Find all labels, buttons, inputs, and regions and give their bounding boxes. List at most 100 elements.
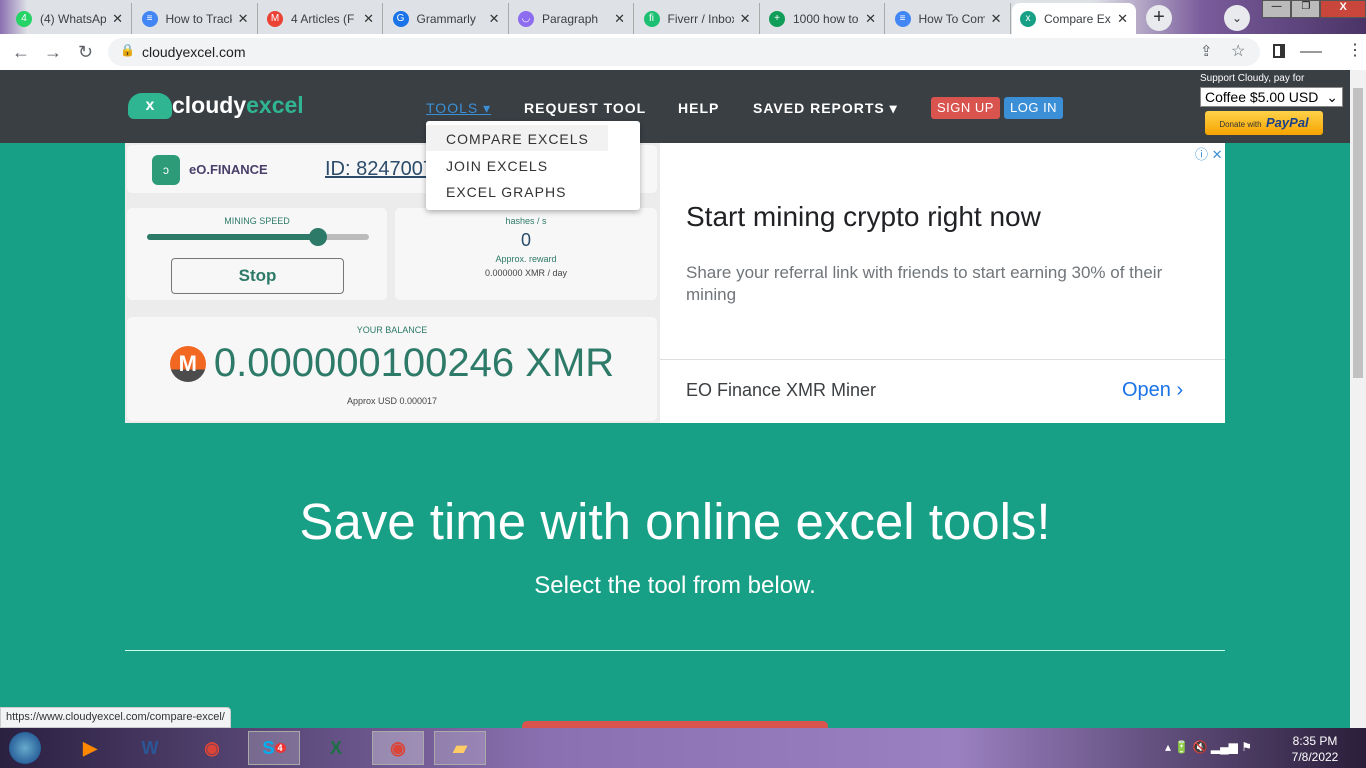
share-icon[interactable]: ⇪ xyxy=(1200,42,1213,60)
paragraph-icon: ◡ xyxy=(518,10,534,27)
cloudy-icon: x xyxy=(1020,10,1036,27)
close-tab-icon[interactable]: ✕ xyxy=(1117,11,1128,27)
nav-help[interactable]: HELP xyxy=(678,100,719,116)
excel-icon[interactable]: X xyxy=(310,731,362,765)
media-player-icon[interactable]: ▶ xyxy=(64,731,116,765)
system-tray-icons[interactable]: ▴ 🔋 🔇 ▂▄▆ ⚑ xyxy=(1165,740,1252,754)
close-tab-icon[interactable]: ✕ xyxy=(489,11,500,27)
ad-advertiser: EO Finance XMR Miner xyxy=(686,380,877,400)
eo-finance-logo-icon: ↄ xyxy=(152,155,180,185)
menu-item-excel-graphs[interactable]: EXCEL GRAPHS xyxy=(446,184,566,200)
menu-icon[interactable]: ⋮ xyxy=(1347,40,1363,60)
side-panel-icon[interactable] xyxy=(1273,44,1285,58)
donate-paypal-button[interactable]: Donate with PayPal xyxy=(1205,111,1323,135)
hashes-label: hashes / s xyxy=(505,216,547,226)
window-controls[interactable]: — ❐ X xyxy=(1262,0,1366,18)
page-title: Save time with online excel tools! xyxy=(299,493,1051,550)
tab[interactable]: M 4 Articles (F ✕ xyxy=(259,3,383,34)
fiverr-icon: fi xyxy=(643,10,660,27)
nav-saved-reports[interactable]: SAVED REPORTS ▾ xyxy=(753,100,898,117)
ad-id: ID: 8247007 xyxy=(325,158,434,180)
url-text: cloudyexcel.com xyxy=(142,44,246,60)
close-window-button[interactable]: X xyxy=(1320,0,1366,18)
menu-item-compare-excels[interactable]: COMPARE EXCELS xyxy=(446,131,589,147)
stop-button[interactable]: Stop xyxy=(171,258,344,294)
tab[interactable]: x Compare Ex ✕ xyxy=(1012,3,1136,34)
reward-value: 0.000000 XMR / day xyxy=(484,268,568,278)
sheets-icon: + xyxy=(769,10,785,27)
tab[interactable]: G Grammarly ✕ xyxy=(385,3,509,34)
clock[interactable]: 8:35 PM 7/8/2022 xyxy=(1290,733,1340,765)
close-tab-icon[interactable]: ✕ xyxy=(740,11,751,27)
taskbar: ▶ W ◉ S4 X ◉ ▰ ▴ 🔋 🔇 ▂▄▆ ⚑ 8:35 PM 7/8/20… xyxy=(0,728,1366,768)
tab[interactable]: +1000 how to ✕ xyxy=(761,3,885,34)
close-tab-icon[interactable]: ✕ xyxy=(614,11,625,27)
tab[interactable]: ≡ How To Com ✕ xyxy=(887,3,1011,34)
tab-title: How to Track xyxy=(165,11,232,26)
logo-text: cloudyexcel xyxy=(172,92,304,118)
cloud-logo-icon: x xyxy=(128,92,172,119)
tab[interactable]: ◡ Paragraph ✕ xyxy=(510,3,634,34)
advertisement[interactable]: ↄ eO.FINANCE ID: 8247007 MINING SPEED St… xyxy=(125,143,1225,423)
coffee-select[interactable]: Coffee $5.00 USD ⌄ xyxy=(1200,87,1343,107)
site-nav: x cloudyexcel TOOLS ▾ REQUEST TOOL HELP … xyxy=(0,70,1350,143)
reload-icon[interactable]: ↻ xyxy=(78,42,93,63)
tab-title: 4 Articles (F xyxy=(291,11,355,26)
nav-request-tool[interactable]: REQUEST TOOL xyxy=(524,100,646,116)
back-icon[interactable]: ← xyxy=(12,42,30,63)
tab[interactable]: 4 (4) WhatsApp ✕ xyxy=(8,3,132,34)
balance-value: 0.000000100246 XMR xyxy=(213,341,615,385)
star-icon[interactable]: ☆ xyxy=(1231,41,1245,61)
close-tab-icon[interactable]: ✕ xyxy=(238,11,249,27)
hashes-value: 0 xyxy=(520,230,531,250)
nav-tools[interactable]: TOOLS ▾ xyxy=(426,100,491,117)
chrome-active-icon[interactable]: ◉ xyxy=(372,731,424,765)
docs-icon: ≡ xyxy=(141,10,158,27)
whatsapp-icon: 4 xyxy=(16,10,32,27)
mining-speed-label: MINING SPEED xyxy=(224,216,290,226)
tab-title: Paragraph xyxy=(542,11,599,26)
status-bar-url: https://www.cloudyexcel.com/compare-exce… xyxy=(0,707,231,728)
sign-up-button[interactable]: SIGN UP xyxy=(931,97,1000,119)
balance-label: YOUR BALANCE xyxy=(356,325,428,335)
log-in-button[interactable]: LOG IN xyxy=(1004,97,1064,119)
profile-icon[interactable] xyxy=(1300,51,1322,53)
close-tab-icon[interactable]: ✕ xyxy=(112,11,123,27)
reward-label: Approx. reward xyxy=(495,254,557,264)
file-explorer-icon[interactable]: ▰ xyxy=(434,731,486,765)
start-button[interactable] xyxy=(0,731,50,765)
close-tab-icon[interactable]: ✕ xyxy=(363,11,374,27)
url-input[interactable]: 🔒 cloudyexcel.com xyxy=(108,38,1260,66)
skype-icon[interactable]: S4 xyxy=(248,731,300,765)
word-icon[interactable]: W xyxy=(124,731,176,765)
logo[interactable]: x cloudyexcel xyxy=(128,92,304,119)
address-bar-area: ← → ↻ 🔒 cloudyexcel.com ⇪ ☆ ⋮ xyxy=(0,34,1366,70)
adchoices-icon[interactable]: ⓘ ✕ xyxy=(1195,144,1223,163)
ad-open-button[interactable]: Open › xyxy=(1122,379,1183,402)
tab[interactable]: ≡ How to Track ✕ xyxy=(134,3,258,34)
maximize-button[interactable]: ❐ xyxy=(1291,0,1321,18)
tab-title: Grammarly xyxy=(416,11,476,26)
usd-value: Approx USD 0.000017 xyxy=(346,396,438,406)
monero-icon: M xyxy=(169,345,206,382)
tab-search-button[interactable]: ⌄ xyxy=(1224,5,1250,31)
gmail-icon: M xyxy=(267,10,283,27)
close-tab-icon[interactable]: ✕ xyxy=(991,11,1002,27)
lock-icon: 🔒 xyxy=(120,43,135,57)
close-tab-icon[interactable]: ✕ xyxy=(865,11,876,27)
mining-speed-slider[interactable] xyxy=(147,228,369,246)
scrollbar[interactable] xyxy=(1350,70,1366,728)
ad-body: Share your referral link with friends to… xyxy=(686,263,1163,304)
tab-title: Compare Ex xyxy=(1044,11,1111,26)
forward-icon[interactable]: → xyxy=(44,42,62,63)
docs-icon: ≡ xyxy=(894,10,911,27)
page-subtitle: Select the tool from below. xyxy=(534,572,816,599)
tools-dropdown: COMPARE EXCELS JOIN EXCELS EXCEL GRAPHS xyxy=(426,121,640,210)
menu-item-join-excels[interactable]: JOIN EXCELS xyxy=(446,158,548,174)
grammarly-icon: G xyxy=(392,10,409,27)
minimize-button[interactable]: — xyxy=(1262,0,1292,18)
tab[interactable]: fi Fiverr / Inbox ✕ xyxy=(636,3,760,34)
new-tab-button[interactable]: + xyxy=(1146,5,1172,31)
chrome-icon[interactable]: ◉ xyxy=(186,731,238,765)
tab-title: Fiverr / Inbox xyxy=(667,11,734,26)
